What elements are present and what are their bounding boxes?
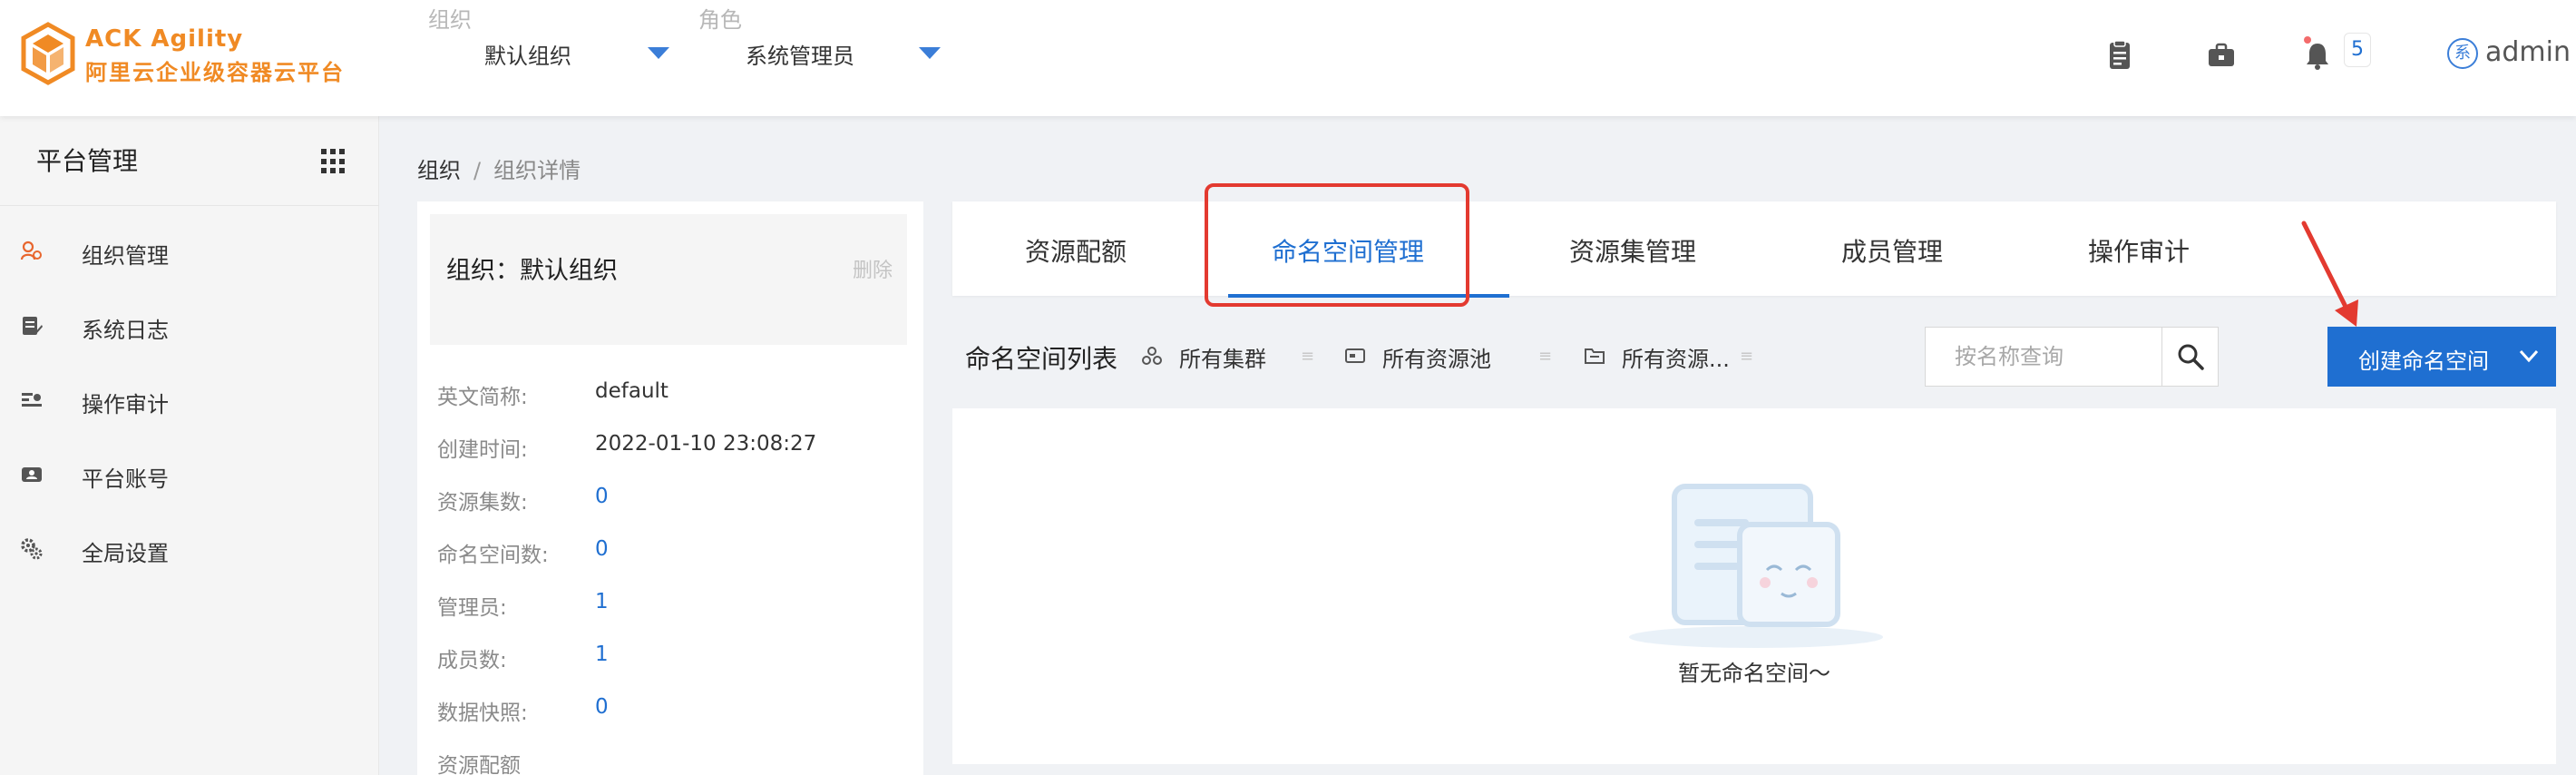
log-icon [23, 317, 43, 335]
top-header: ACK Agility 阿里云企业级容器云平台 组织 默认组织 角色 系统管理员… [0, 0, 2576, 116]
tab-member-management[interactable]: 成员管理 [1841, 232, 1943, 269]
delete-org-button[interactable]: 删除 [853, 254, 893, 283]
ack-logo-icon [21, 22, 75, 85]
filter-label: 所有集群 [1179, 347, 1266, 372]
sidebar-item-label: 系统日志 [82, 318, 169, 343]
sidebar-item-label: 组织管理 [82, 243, 169, 269]
sidebar-item-label: 全局设置 [82, 541, 169, 566]
info-key: 资源集数: [437, 491, 528, 515]
chevron-down-icon[interactable] [648, 47, 669, 59]
sidebar-item-label: 操作审计 [82, 392, 169, 417]
chevron-down-icon[interactable] [919, 47, 941, 59]
brand-subtitle: 阿里云企业级容器云平台 [85, 60, 345, 85]
sidebar-item-label: 平台账号 [82, 466, 169, 492]
sidebar-item-org-management[interactable]: 组织管理 [0, 214, 379, 289]
role-selector-caption: 角色 [698, 7, 742, 33]
info-value: default [595, 379, 668, 403]
create-namespace-button[interactable]: 创建命名空间 [2327, 327, 2556, 387]
role-selector-value[interactable]: 系统管理员 [746, 38, 854, 70]
org-selector-value[interactable]: 默认组织 [484, 38, 571, 70]
info-key: 数据快照: [437, 701, 528, 725]
org-header-box: 组织：默认组织 删除 [430, 214, 907, 345]
settings-icon [21, 538, 43, 560]
breadcrumb-current: 组织详情 [493, 158, 581, 183]
breadcrumb: 组织 / 组织详情 [417, 152, 581, 184]
info-key: 命名空间数: [437, 544, 549, 567]
app-grid-icon[interactable] [321, 149, 346, 174]
briefcase-icon[interactable] [2206, 40, 2237, 71]
info-key: 英文简称: [437, 386, 528, 409]
org-selector[interactable]: 组织 默认组织 [428, 0, 682, 109]
info-key: 资源配额 [437, 754, 521, 775]
sidebar-item-system-log[interactable]: 系统日志 [0, 289, 379, 363]
resource-pool-icon [1345, 348, 1365, 363]
clipboard-icon[interactable] [2104, 40, 2135, 71]
brand-name: ACK Agility [85, 25, 244, 53]
org-title: 组织：默认组织 [446, 257, 618, 285]
namespace-list-title: 命名空间列表 [965, 344, 1118, 374]
resource-pool-filter[interactable]: 所有资源池 ≡ [1344, 341, 1553, 372]
breadcrumb-root[interactable]: 组织 [417, 158, 461, 183]
info-key: 管理员: [437, 596, 507, 620]
namespace-list-empty: 暂无命名空间～ [952, 408, 2556, 764]
create-namespace-label: 创建命名空间 [2358, 349, 2489, 374]
annotation-highlight-box [1205, 183, 1469, 307]
cluster-icon [1142, 347, 1162, 365]
bell-icon[interactable] [2302, 40, 2333, 71]
search-button[interactable] [2161, 328, 2218, 386]
chevron-down-icon [2519, 349, 2539, 363]
filter-drag-handle-icon[interactable]: ≡ [1538, 347, 1552, 366]
info-value: 2022-01-10 23:08:27 [595, 432, 817, 456]
user-name[interactable]: admin [2485, 36, 2571, 68]
info-key: 成员数: [437, 649, 507, 672]
sidebar-divider [0, 205, 379, 206]
empty-state-text: 暂无命名空间～ [1678, 661, 1830, 686]
audit-icon [22, 393, 42, 407]
sidebar-item-global-settings[interactable]: 全局设置 [0, 512, 379, 586]
sidebar-item-operation-audit[interactable]: 操作审计 [0, 363, 379, 437]
info-key: 创建时间: [437, 438, 528, 462]
filter-drag-handle-icon[interactable]: ≡ [1740, 347, 1753, 366]
folder-icon [1585, 348, 1605, 364]
search-box [1925, 327, 2219, 387]
org-people-icon [20, 240, 42, 260]
cluster-filter[interactable]: 所有集群 ≡ [1141, 341, 1332, 372]
sidebar: 平台管理 组织管理 系统日志 操作审计 平台账号 全局设置 [0, 116, 379, 775]
search-icon [2178, 344, 2204, 370]
account-icon [22, 467, 42, 482]
annotation-arrow-icon [2301, 221, 2358, 327]
search-input[interactable] [1926, 328, 2163, 386]
org-selector-caption: 组织 [428, 7, 472, 33]
avatar[interactable]: 系 [2447, 38, 2478, 69]
role-selector[interactable]: 角色 系统管理员 [698, 0, 952, 109]
org-info-panel: 组织：默认组织 删除 英文简称: default 创建时间: 2022-01-1… [417, 201, 923, 775]
info-value-link[interactable]: 1 [595, 643, 609, 666]
breadcrumb-separator: / [473, 158, 482, 183]
info-value-link[interactable]: 0 [595, 695, 609, 719]
info-value-link[interactable]: 0 [595, 537, 609, 561]
tab-operation-audit[interactable]: 操作审计 [2088, 232, 2190, 269]
sidebar-item-platform-account[interactable]: 平台账号 [0, 437, 379, 512]
filter-label: 所有资源... [1622, 347, 1730, 372]
resource-set-filter[interactable]: 所有资源... ≡ [1584, 341, 1765, 372]
info-value-link[interactable]: 0 [595, 485, 609, 508]
sidebar-title: 平台管理 [36, 146, 139, 176]
filter-label: 所有资源池 [1382, 347, 1491, 372]
filter-drag-handle-icon[interactable]: ≡ [1301, 347, 1314, 366]
notification-count-badge[interactable]: 5 [2344, 33, 2371, 67]
tab-resource-quota[interactable]: 资源配额 [1025, 232, 1127, 269]
tab-resource-set-management[interactable]: 资源集管理 [1569, 232, 1696, 269]
empty-document-illustration-icon [1629, 484, 1883, 648]
info-value-link[interactable]: 1 [595, 590, 609, 613]
